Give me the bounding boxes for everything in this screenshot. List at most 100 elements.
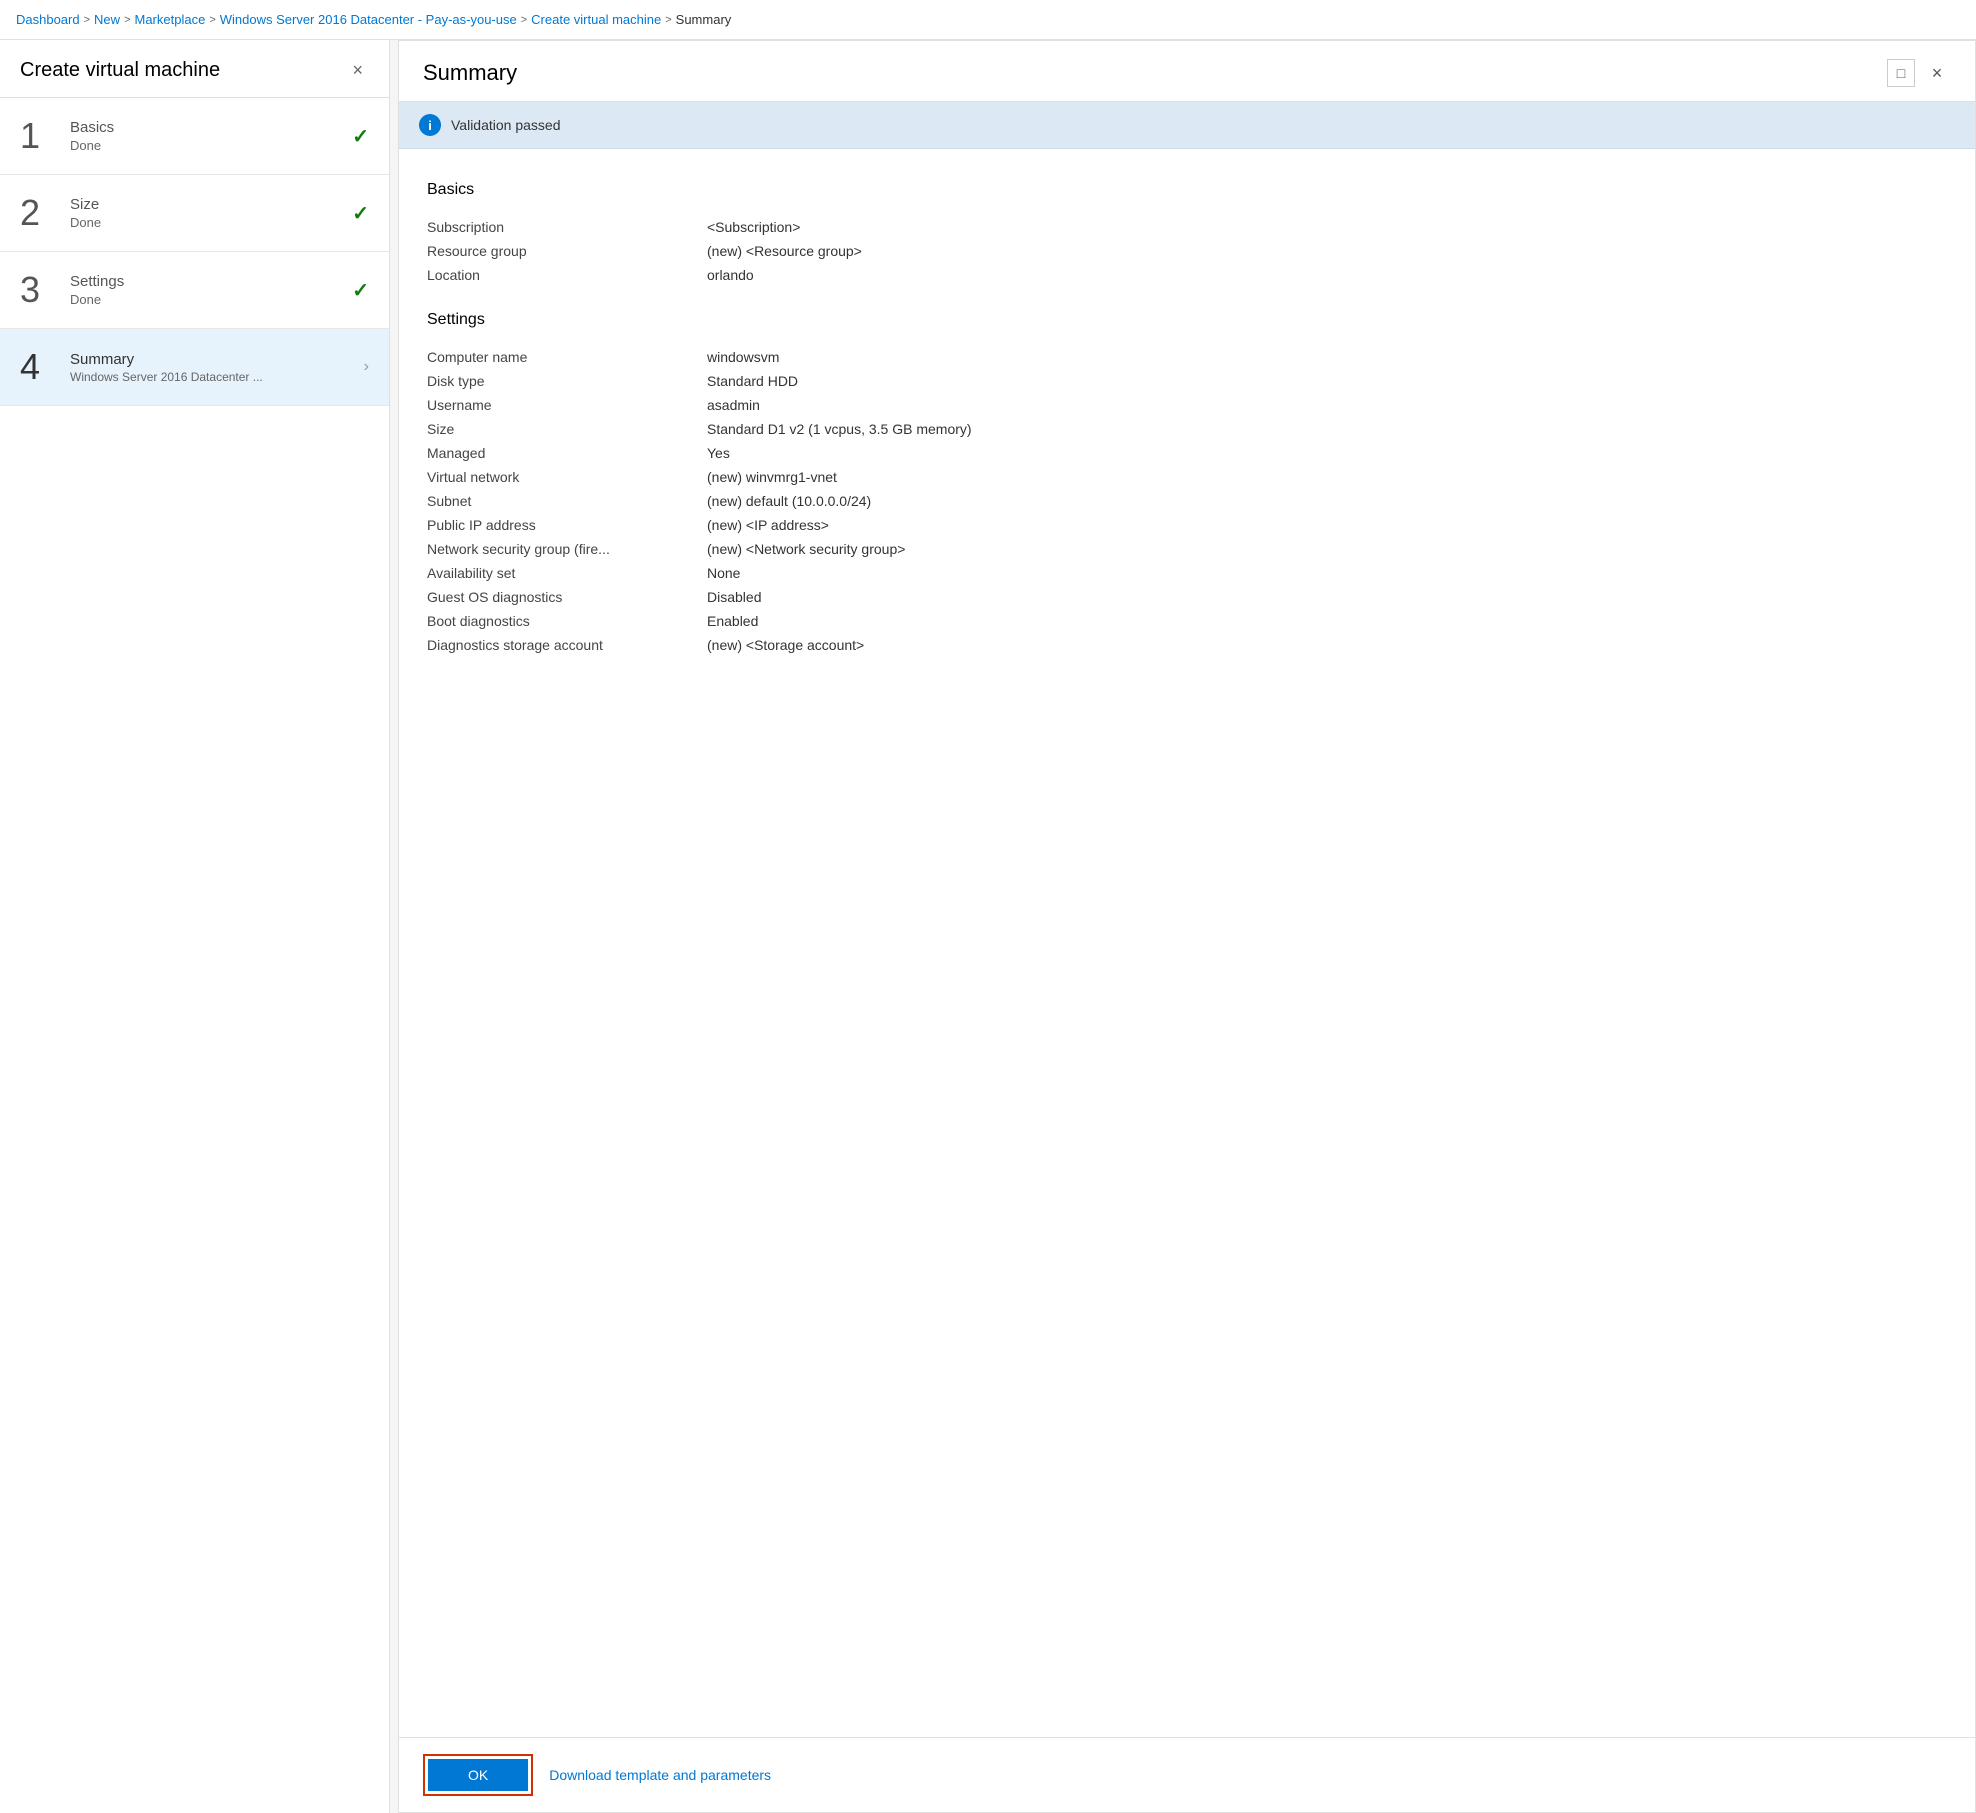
table-row: Managed Yes [427, 441, 1947, 465]
step-1-check: ✓ [352, 124, 369, 149]
nsg-value: (new) <Network security group> [707, 537, 1947, 561]
breadcrumb-item-summary: Summary [676, 12, 732, 27]
public-ip-label: Public IP address [427, 513, 707, 537]
step-2-check: ✓ [352, 201, 369, 226]
table-row: Public IP address (new) <IP address> [427, 513, 1947, 537]
step-4-name: Summary [70, 351, 356, 368]
step-1-status: Done [70, 138, 344, 153]
breadcrumb-item-create-vm[interactable]: Create virtual machine [531, 12, 661, 27]
resource-group-value: (new) <Resource group> [707, 239, 1947, 263]
table-row: Size Standard D1 v2 (1 vcpus, 3.5 GB mem… [427, 417, 1947, 441]
section-title-basics: Basics [427, 181, 1947, 199]
step-1-basics[interactable]: 1 Basics Done ✓ [0, 98, 389, 175]
left-panel-title: Create virtual machine [20, 59, 220, 82]
breadcrumb-item-new[interactable]: New [94, 12, 120, 27]
step-2-size[interactable]: 2 Size Done ✓ [0, 175, 389, 252]
table-row: Virtual network (new) winvmrg1-vnet [427, 465, 1947, 489]
step-3-status: Done [70, 292, 344, 307]
right-panel-header: Summary □ × [399, 41, 1975, 102]
step-2-number: 2 [20, 195, 70, 231]
ok-button-wrapper: OK [423, 1754, 533, 1796]
left-panel-close-button[interactable]: × [346, 58, 369, 83]
bottom-bar: OK Download template and parameters [399, 1737, 1975, 1812]
subnet-value: (new) default (10.0.0.0/24) [707, 489, 1947, 513]
size-label: Size [427, 417, 707, 441]
breadcrumb-sep-4: > [521, 14, 527, 26]
step-2-info: Size Done [70, 196, 344, 230]
table-row: Username asadmin [427, 393, 1947, 417]
table-row: Disk type Standard HDD [427, 369, 1947, 393]
breadcrumb-item-dashboard[interactable]: Dashboard [16, 12, 80, 27]
subscription-label: Subscription [427, 215, 707, 239]
step-4-arrow: › [364, 358, 369, 376]
breadcrumb-item-product[interactable]: Windows Server 2016 Datacenter - Pay-as-… [220, 12, 517, 27]
right-panel: Summary □ × i Validation passed Basics S… [398, 40, 1976, 1813]
settings-table: Computer name windowsvm Disk type Standa… [427, 345, 1947, 657]
guest-os-diagnostics-label: Guest OS diagnostics [427, 585, 707, 609]
left-panel: Create virtual machine × 1 Basics Done ✓… [0, 40, 390, 1813]
managed-label: Managed [427, 441, 707, 465]
diag-storage-value: (new) <Storage account> [707, 633, 1947, 657]
public-ip-value: (new) <IP address> [707, 513, 1947, 537]
step-3-info: Settings Done [70, 273, 344, 307]
resource-group-label: Resource group [427, 239, 707, 263]
virtual-network-value: (new) winvmrg1-vnet [707, 465, 1947, 489]
step-4-number: 4 [20, 349, 70, 385]
location-value: orlando [707, 263, 1947, 287]
maximize-button[interactable]: □ [1887, 59, 1915, 87]
nsg-label: Network security group (fire... [427, 537, 707, 561]
steps-container: 1 Basics Done ✓ 2 Size Done ✓ 3 [0, 98, 389, 1813]
disk-type-label: Disk type [427, 369, 707, 393]
table-row: Resource group (new) <Resource group> [427, 239, 1947, 263]
disk-type-value: Standard HDD [707, 369, 1947, 393]
breadcrumb-item-marketplace[interactable]: Marketplace [135, 12, 206, 27]
main-container: Create virtual machine × 1 Basics Done ✓… [0, 40, 1976, 1813]
managed-value: Yes [707, 441, 1947, 465]
username-value: asadmin [707, 393, 1947, 417]
right-panel-close-button[interactable]: × [1923, 59, 1951, 87]
boot-diagnostics-value: Enabled [707, 609, 1947, 633]
step-1-number: 1 [20, 118, 70, 154]
basics-table: Subscription <Subscription> Resource gro… [427, 215, 1947, 287]
guest-os-diagnostics-value: Disabled [707, 585, 1947, 609]
download-template-link[interactable]: Download template and parameters [549, 1767, 771, 1783]
section-title-settings: Settings [427, 311, 1947, 329]
validation-icon: i [419, 114, 441, 136]
validation-banner: i Validation passed [399, 102, 1975, 149]
computer-name-label: Computer name [427, 345, 707, 369]
boot-diagnostics-label: Boot diagnostics [427, 609, 707, 633]
breadcrumb: Dashboard > New > Marketplace > Windows … [0, 0, 1976, 40]
table-row: Availability set None [427, 561, 1947, 585]
step-4-info: Summary Windows Server 2016 Datacenter .… [70, 351, 356, 384]
table-row: Boot diagnostics Enabled [427, 609, 1947, 633]
size-value: Standard D1 v2 (1 vcpus, 3.5 GB memory) [707, 417, 1947, 441]
step-4-sub: Windows Server 2016 Datacenter ... [70, 370, 270, 384]
availability-set-value: None [707, 561, 1947, 585]
subscription-value: <Subscription> [707, 215, 1947, 239]
step-3-settings[interactable]: 3 Settings Done ✓ [0, 252, 389, 329]
location-label: Location [427, 263, 707, 287]
table-row: Subscription <Subscription> [427, 215, 1947, 239]
left-panel-header: Create virtual machine × [0, 40, 389, 98]
diag-storage-label: Diagnostics storage account [427, 633, 707, 657]
summary-content: Basics Subscription <Subscription> Resou… [399, 149, 1975, 1737]
step-2-status: Done [70, 215, 344, 230]
step-3-name: Settings [70, 273, 344, 290]
table-row: Location orlando [427, 263, 1947, 287]
breadcrumb-sep-1: > [84, 14, 90, 26]
step-4-summary[interactable]: 4 Summary Windows Server 2016 Datacenter… [0, 329, 389, 406]
username-label: Username [427, 393, 707, 417]
ok-button[interactable]: OK [428, 1759, 528, 1791]
subnet-label: Subnet [427, 489, 707, 513]
table-row: Diagnostics storage account (new) <Stora… [427, 633, 1947, 657]
step-2-name: Size [70, 196, 344, 213]
step-3-number: 3 [20, 272, 70, 308]
computer-name-value: windowsvm [707, 345, 1947, 369]
table-row: Computer name windowsvm [427, 345, 1947, 369]
availability-set-label: Availability set [427, 561, 707, 585]
step-3-check: ✓ [352, 278, 369, 303]
right-panel-controls: □ × [1887, 59, 1951, 87]
right-panel-title: Summary [423, 60, 517, 86]
table-row: Network security group (fire... (new) <N… [427, 537, 1947, 561]
step-1-info: Basics Done [70, 119, 344, 153]
